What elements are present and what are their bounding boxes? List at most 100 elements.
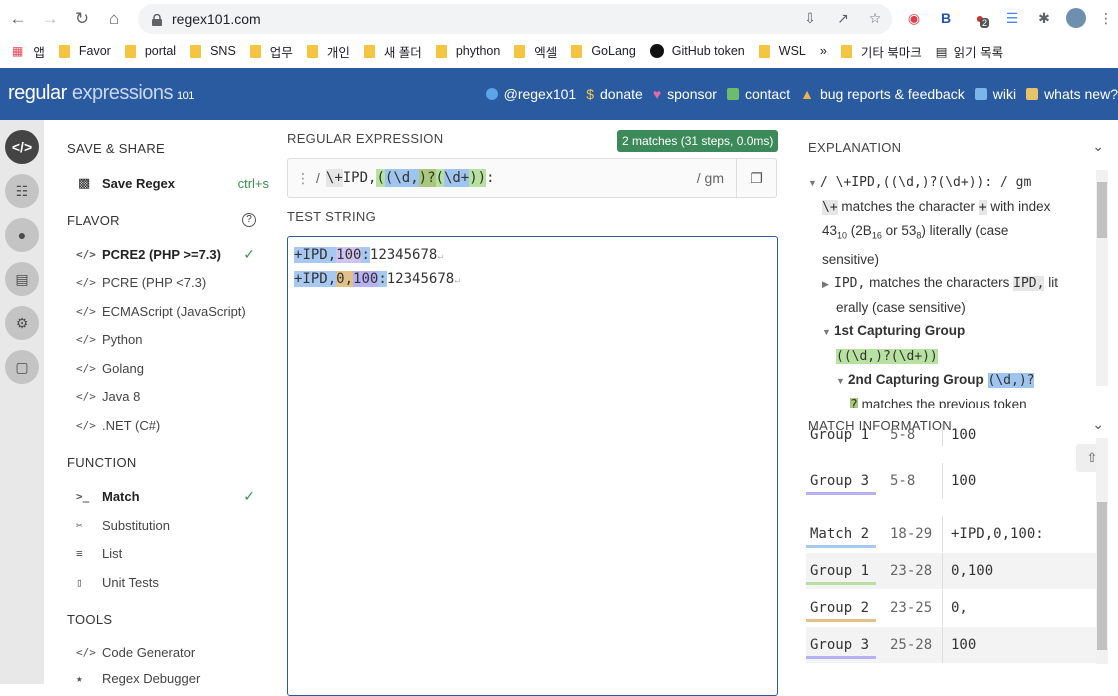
check-icon: ✓ [243,488,255,504]
translate-icon[interactable]: ☰ [1002,8,1022,28]
expand-triangle-icon[interactable]: ▶ [822,273,834,296]
regex-token-group3-close: ) [469,169,478,187]
puzzle-icon[interactable]: ✱ [1034,8,1054,28]
flavor-help-icon[interactable]: ? [242,213,256,227]
bookmark-github-token[interactable]: GitHub token [649,44,745,58]
folder-icon [58,44,70,58]
expand-triangle-icon[interactable]: ▼ [836,370,848,393]
warning-icon: ▲ [800,86,814,102]
bookmark-personal[interactable]: 개인 [306,42,350,61]
bookmark-excel[interactable]: 엑셀 [514,42,557,61]
home-icon[interactable]: ⌂ [98,3,130,35]
apps-bookmark[interactable]: ▦ 앱 [12,42,45,61]
extension-badge-icon[interactable]: ●2 [970,8,990,28]
regex-token-digit: \d [393,169,411,187]
bookmark-reading-list[interactable]: ▤ 읽기 목록 [936,42,1003,61]
regex-delimiter-open: / [316,170,320,186]
expand-triangle-icon[interactable]: ▼ [822,321,834,344]
heart-icon: ♥ [652,86,662,102]
more-menu-icon[interactable]: ⋮ [1096,8,1116,28]
flavor-dotnet[interactable]: </> .NET (C#) [76,418,251,433]
address-bar[interactable]: regex101.com [138,4,892,34]
save-regex-button[interactable]: ▩ Save Regex ctrl+s [78,175,269,191]
bookmark-golang[interactable]: GoLang [571,44,636,58]
download-icon[interactable]: ⇩ [800,8,820,28]
regex-token-escape: \+ [325,169,343,187]
match-row: Group 1 5-8 100 [806,424,1096,446]
regex-token-colon: : [486,170,495,186]
star-icon[interactable]: ☆ [865,8,885,28]
settings-icon[interactable]: ⚙ [5,306,39,340]
explanation-title: EXPLANATION [808,140,902,155]
browser-toolbar: ← → ↻ ⌂ regex101.com ⇩ ↗ ☆ ◉ B ●2 ☰ ✱ ⋮ [0,0,1118,38]
bookmarks-overflow[interactable]: » [820,44,827,58]
share-icon[interactable]: ↗ [833,8,853,28]
wiki-icon [974,88,987,100]
bookmark-work[interactable]: 업무 [249,42,293,61]
collapse-chevron-icon[interactable]: ⌄ [1092,138,1104,155]
regex-token-digits: \d+ [443,169,470,187]
flavor-golang[interactable]: </> Golang [76,361,251,376]
function-unit-tests[interactable]: ▯ Unit Tests [76,575,251,590]
function-list[interactable]: ≡ List [76,546,251,561]
explanation-regex: / \+IPD,((\d,)?(\d+)): / gm [820,175,1032,190]
quiz-gamepad-icon[interactable]: ▤ [5,262,39,296]
flavor-java[interactable]: </> Java 8 [76,389,251,404]
bookmark-other[interactable]: 기타 북마크 [840,42,922,61]
url-text: regex101.com [172,11,261,27]
bookmark-portal[interactable]: portal [124,44,176,58]
function-substitution[interactable]: ✂ Substitution [76,518,251,533]
contact-link[interactable]: contact [726,86,790,102]
test-string-editor[interactable]: +IPD,100:12345678↵ +IPD,0,100:12345678↵ [287,236,778,696]
regex-editor-icon[interactable]: </> [5,130,39,164]
bookmark-sns[interactable]: SNS [190,44,236,58]
explanation-tree: ▼ / \+IPD,((\d,)?(\d+)): / gm \+ matches … [808,170,1094,417]
test-line: +IPD,100:12345678↵ [294,247,444,263]
pocket-icon[interactable]: ◉ [904,8,924,28]
regex-input[interactable]: ⋮ / \+IPD,((\d,)?(\d+)): / gm ❐ [287,158,777,198]
back-arrow-icon[interactable]: ← [2,3,34,35]
chat-icon[interactable]: ▢ [5,350,39,384]
wiki-link[interactable]: wiki [974,86,1016,102]
newline-icon: ↵ [454,275,461,286]
extension-b-icon[interactable]: B [936,8,956,28]
folder-icon [249,44,261,58]
editor-panel: REGULAR EXPRESSION 2 matches (31 steps, … [279,120,786,696]
match-info-scrollbar[interactable] [1096,438,1108,664]
bookmark-phython[interactable]: phython [435,44,500,58]
code-icon: </> [76,333,96,346]
library-icon[interactable]: ☷ [5,174,39,208]
folder-icon [758,44,770,58]
bug-report-link[interactable]: ▲ bug reports & feedback [800,86,965,102]
expand-triangle-icon[interactable]: ▼ [808,172,820,195]
sponsor-link[interactable]: ♥ sponsor [653,86,717,102]
folder-icon [840,44,852,58]
donate-link[interactable]: $ donate [586,86,643,102]
explanation-scrollbar[interactable] [1096,170,1108,386]
dollar-icon: $ [586,86,594,102]
flavor-pcre2[interactable]: </> PCRE2 (PHP >=7.3) ✓ [76,246,255,262]
flavor-python[interactable]: </> Python [76,332,251,347]
match-count-badge: 2 matches (31 steps, 0.0ms) [617,130,779,152]
flavor-ecmascript[interactable]: </> ECMAScript (JavaScript) [76,304,251,319]
test-string-label: TEST STRING [287,209,377,224]
bookmark-new-folder[interactable]: 새 폴더 [363,42,422,61]
regex-menu-icon[interactable]: ⋮ [296,170,310,187]
regex-label: REGULAR EXPRESSION [287,131,444,146]
twitter-link[interactable]: @regex101 [485,86,576,102]
whats-new-link[interactable]: whats new? [1026,86,1118,102]
forward-arrow-icon[interactable]: → [34,3,66,35]
bookmark-favor[interactable]: Favor [58,44,111,58]
copy-regex-button[interactable]: ❐ [736,159,776,197]
flavor-pcre[interactable]: </> PCRE (PHP <7.3) [76,275,251,290]
regex-token-group3-open: ( [435,169,444,187]
extension-badge-count: 2 [980,18,990,28]
profile-avatar[interactable] [1066,8,1086,28]
regex-flags[interactable]: / gm [697,170,724,186]
reload-icon[interactable]: ↻ [66,3,98,35]
tool-code-generator[interactable]: </> Code Generator [76,645,251,660]
regex101-logo[interactable]: regular expressions 101 [8,82,194,105]
account-icon[interactable]: ● [5,218,39,252]
function-match[interactable]: >_ Match ✓ [76,488,255,504]
bookmark-wsl[interactable]: WSL [758,44,806,58]
